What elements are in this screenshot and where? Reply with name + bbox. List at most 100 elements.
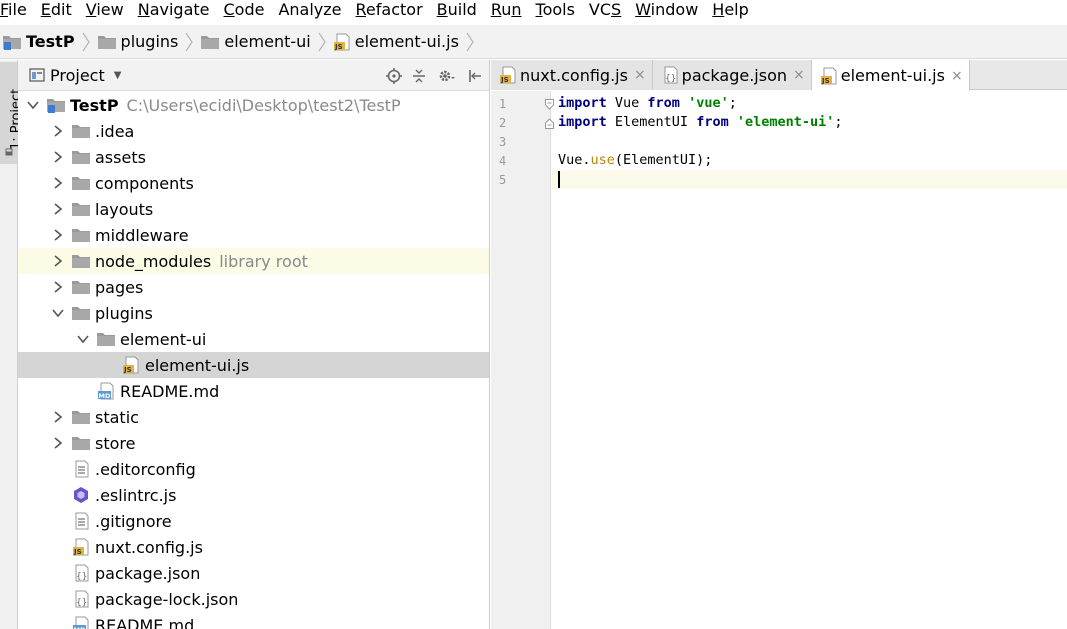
keyword: from	[647, 95, 680, 111]
text-file-icon	[71, 459, 91, 479]
project-panel-header: Project ▼	[18, 60, 489, 91]
tree-item[interactable]: JS element-ui.js	[18, 352, 489, 378]
folder-icon	[71, 173, 91, 193]
chevron-right-icon[interactable]	[51, 410, 65, 424]
line-number: 4	[499, 154, 507, 168]
keyword: from	[696, 114, 729, 130]
breadcrumb-label: plugins	[120, 32, 179, 51]
menu-vcs[interactable]: VCS	[582, 0, 628, 22]
tree-item[interactable]: assets	[18, 144, 489, 170]
code-text: Vue.	[558, 152, 591, 168]
chevron-right-icon[interactable]	[51, 228, 65, 242]
menu-edit[interactable]: Edit	[34, 0, 79, 22]
tree-item[interactable]: .gitignore	[18, 508, 489, 534]
project-tool-window-tab[interactable]: 1: Project	[0, 62, 24, 164]
tree-item[interactable]: node_modules library root	[18, 248, 489, 274]
chevron-right-icon[interactable]	[51, 202, 65, 216]
tree-item[interactable]: layouts	[18, 196, 489, 222]
keyword: import	[558, 95, 607, 111]
chevron-down-icon[interactable]	[76, 332, 90, 346]
tree-item[interactable]: element-ui	[18, 326, 489, 352]
chevron-right-icon[interactable]	[51, 150, 65, 164]
menu-view[interactable]: View	[79, 0, 131, 22]
tree-item-label: package.json	[95, 563, 201, 583]
tree-item[interactable]: store	[18, 430, 489, 456]
breadcrumb-separator-icon	[80, 25, 92, 59]
folder-icon	[200, 33, 220, 51]
breadcrumb-item[interactable]: plugins	[97, 25, 179, 59]
hide-panel-button[interactable]	[464, 65, 486, 87]
menu-refactor[interactable]: Refactor	[349, 0, 430, 22]
tree-item[interactable]: TestP C:\Users\ecidi\Desktop\test2\TestP	[18, 92, 489, 118]
tree-item[interactable]: plugins	[18, 300, 489, 326]
tree-item-label: .gitignore	[95, 511, 172, 531]
collapse-all-button[interactable]	[408, 65, 430, 87]
tree-item[interactable]: {} package-lock.json	[18, 586, 489, 612]
breadcrumb-item[interactable]: element-ui	[200, 25, 311, 59]
menu-window[interactable]: Window	[628, 0, 705, 22]
tree-item-hint: library root	[219, 251, 308, 271]
chevron-right-icon[interactable]	[51, 436, 65, 450]
menu-build[interactable]: Build	[430, 0, 484, 22]
menu-run[interactable]: Run	[484, 0, 529, 22]
tree-item[interactable]: {} package.json	[18, 560, 489, 586]
chevron-down-icon[interactable]	[26, 98, 40, 112]
tree-item-label: static	[95, 407, 139, 427]
crosshair-icon	[386, 67, 402, 84]
close-icon[interactable]: ×	[793, 67, 805, 83]
code-text: ElementUI	[606, 114, 697, 130]
json-file-icon: {}	[71, 563, 91, 583]
code-text: ;	[728, 95, 737, 111]
tree-item[interactable]: static	[18, 404, 489, 430]
editor-tab-label: nuxt.config.js	[520, 65, 628, 85]
menu-analyze[interactable]: Analyze	[271, 0, 348, 22]
tree-item[interactable]: middleware	[18, 222, 489, 248]
locate-file-button[interactable]	[383, 65, 405, 87]
folder-icon	[71, 407, 91, 427]
chevron-right-icon[interactable]	[51, 280, 65, 294]
chevron-right-icon[interactable]	[51, 254, 65, 268]
menu-code[interactable]: Code	[217, 0, 272, 22]
tree-item[interactable]: pages	[18, 274, 489, 300]
breadcrumb-item[interactable]: TestP	[2, 25, 75, 59]
project-view-selector[interactable]: Project ▼	[29, 66, 121, 85]
editor-tab[interactable]: JS element-ui.js ×	[811, 60, 970, 91]
tree-item-label: nuxt.config.js	[95, 537, 203, 557]
tree-item[interactable]: .editorconfig	[18, 456, 489, 482]
tree-item[interactable]: JS nuxt.config.js	[18, 534, 489, 560]
tree-item[interactable]: MD README.md	[18, 612, 489, 629]
editor-tab[interactable]: JS nuxt.config.js ×	[491, 60, 653, 90]
menu-tools[interactable]: Tools	[529, 0, 582, 22]
svg-text:JS: JS	[821, 77, 830, 85]
tree-item[interactable]: MD README.md	[18, 378, 489, 404]
close-icon[interactable]: ×	[634, 67, 646, 83]
breadcrumb-label: element-ui	[224, 32, 311, 51]
close-icon[interactable]: ×	[951, 68, 963, 84]
editor-tabs: JS nuxt.config.js × {} package.json × JS elemen…	[491, 60, 1067, 91]
chevron-right-icon[interactable]	[51, 124, 65, 138]
code-editor[interactable]: import Vue from 'vue'; import ElementUI …	[552, 91, 1067, 629]
tree-item-label: element-ui.js	[145, 355, 250, 375]
tree-item-label: store	[95, 433, 136, 453]
tree-item[interactable]: components	[18, 170, 489, 196]
folder-icon	[96, 329, 116, 349]
menu-help[interactable]: Help	[705, 0, 755, 22]
tree-item-label: layouts	[95, 199, 154, 219]
tree-item[interactable]: .eslintrc.js	[18, 482, 489, 508]
breadcrumb-item[interactable]: JS element-ui.js	[333, 25, 459, 59]
menu-file[interactable]: File	[0, 0, 34, 22]
folder-icon	[71, 199, 91, 219]
chevron-down-icon[interactable]	[51, 306, 65, 320]
menu-navigate[interactable]: Navigate	[131, 0, 217, 22]
chevron-right-icon[interactable]	[51, 176, 65, 190]
settings-button[interactable]	[433, 65, 461, 87]
tree-item[interactable]: .idea	[18, 118, 489, 144]
folder-icon	[97, 33, 117, 51]
tree-item-label: package-lock.json	[95, 589, 239, 609]
markdown-file-icon: MD	[71, 615, 91, 629]
folder-icon	[71, 121, 91, 141]
editor-tab[interactable]: {} package.json ×	[652, 60, 812, 90]
